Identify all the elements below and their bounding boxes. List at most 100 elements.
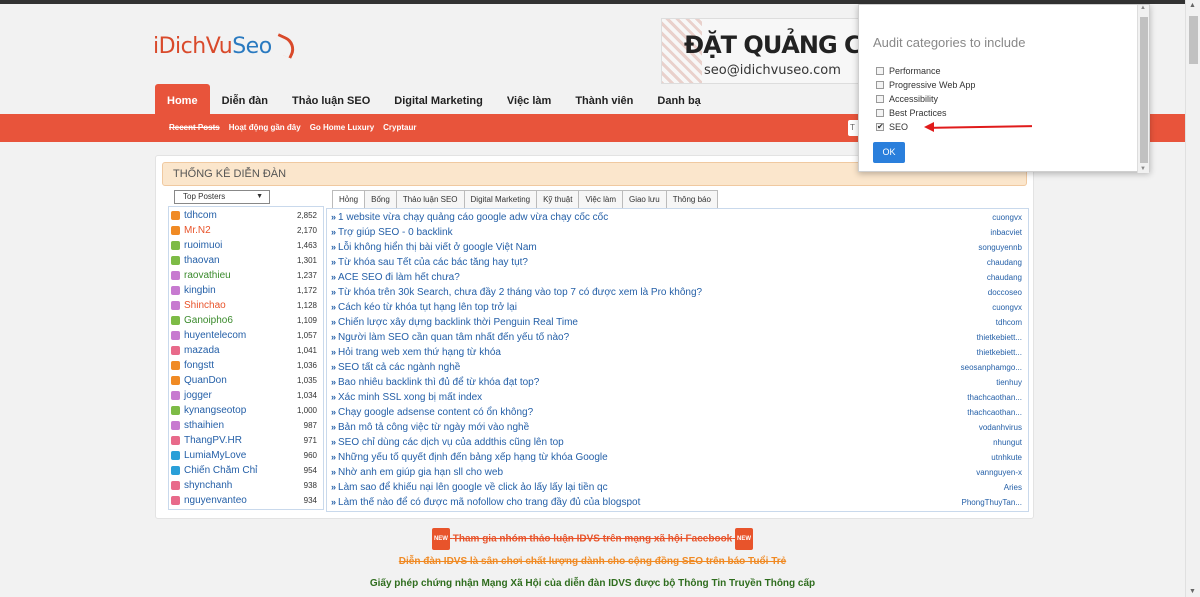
- subnav-recent-activity[interactable]: Hoạt động gần đây: [229, 114, 301, 142]
- thread-link[interactable]: » SEO tất cả các ngành nghề: [327, 362, 460, 373]
- poster-name[interactable]: fongstt: [184, 360, 214, 371]
- thread-author[interactable]: vodanhvirus: [979, 423, 1022, 432]
- thread-link[interactable]: » Những yếu tố quyết định đến bảng xếp hạ…: [327, 452, 608, 463]
- poster-name[interactable]: LumiaMyLove: [184, 450, 246, 461]
- forum-tab[interactable]: Việc làm: [578, 190, 623, 208]
- ok-button[interactable]: OK: [873, 142, 905, 163]
- nav-home[interactable]: Home: [155, 84, 210, 118]
- thread-author[interactable]: tienhuy: [996, 378, 1022, 387]
- thread-link[interactable]: » Bản mô tả công việc từ ngày mới vào ngh…: [327, 422, 529, 433]
- thread-author[interactable]: thachcaothan...: [967, 393, 1022, 402]
- page-scrollbar[interactable]: ▲ ▼: [1185, 0, 1200, 597]
- poster-name[interactable]: tdhcom: [184, 210, 217, 221]
- thread-author[interactable]: cuongvx: [992, 213, 1022, 222]
- poster-name[interactable]: huyentelecom: [184, 330, 246, 341]
- poster-name[interactable]: Mr.N2: [184, 225, 211, 236]
- subnav-recent-posts[interactable]: Recent Posts: [169, 114, 220, 142]
- thread-link[interactable]: » Trợ giúp SEO - 0 backlink: [327, 227, 453, 238]
- poster-name[interactable]: jogger: [184, 390, 212, 401]
- thread-link[interactable]: » Chiến lược xây dựng backlink thời Pengu…: [327, 317, 578, 328]
- popup-scrollbar[interactable]: ▲ ▼: [1137, 5, 1149, 173]
- poster-name[interactable]: thaovan: [184, 255, 220, 266]
- thread-author[interactable]: nhungut: [993, 438, 1022, 447]
- page-scroll-up-icon[interactable]: ▲: [1189, 2, 1196, 9]
- tuoitre-link[interactable]: Diễn đàn IDVS là sân chơi chất lượng dàn…: [0, 551, 1185, 573]
- audit-option[interactable]: Performance: [876, 64, 975, 78]
- thread-author[interactable]: seosanphamgo...: [961, 363, 1022, 372]
- nav-seo-discussion[interactable]: Thảo luận SEO: [280, 84, 382, 118]
- license-link[interactable]: Giấy phép chứng nhận Mạng Xã Hội của diễ…: [0, 573, 1185, 595]
- checkbox[interactable]: [876, 67, 884, 75]
- thread-link[interactable]: » Làm sao để khiếu nại lên google về clic…: [327, 482, 608, 493]
- nav-members[interactable]: Thành viên: [563, 84, 645, 118]
- thread-link[interactable]: » Chạy google adsense content có ổn không…: [327, 407, 533, 418]
- audit-option[interactable]: Accessibility: [876, 92, 975, 106]
- forum-tab[interactable]: Kỹ thuật: [536, 190, 580, 208]
- poster-name[interactable]: ruoimuoi: [184, 240, 222, 251]
- thread-link[interactable]: » Bao nhiêu backlink thì đủ để từ khóa đạ…: [327, 377, 539, 388]
- thread-author[interactable]: vannguyen-x: [976, 468, 1022, 477]
- thread-link[interactable]: » Từ khóa trên 30k Search, chưa đầy 2 thá…: [327, 287, 702, 298]
- forum-tab[interactable]: Thảo luận SEO: [395, 190, 465, 208]
- thread-link[interactable]: » SEO chỉ dùng các dịch vụ của addthis cũ…: [327, 437, 564, 448]
- thread-author[interactable]: thietkebiett...: [977, 348, 1022, 357]
- forum-tab[interactable]: Giao lưu: [621, 190, 667, 208]
- thread-author[interactable]: doccoseo: [988, 288, 1022, 297]
- thread-link[interactable]: » Nhờ anh em giúp gia hạn sll cho web: [327, 467, 503, 478]
- forum-tab[interactable]: Hỏng: [332, 190, 366, 208]
- ad-banner[interactable]: ĐẶT QUẢNG CÁO seo@idichvuseo.com: [661, 18, 861, 84]
- poster-name[interactable]: Chiến Chăm Chỉ: [184, 465, 257, 476]
- forum-tab[interactable]: Thông báo: [665, 190, 718, 208]
- thread-author[interactable]: thachcaothan...: [967, 408, 1022, 417]
- thread-author[interactable]: utnhkute: [991, 453, 1022, 462]
- checkbox[interactable]: [876, 109, 884, 117]
- nav-directory[interactable]: Danh bạ: [645, 84, 712, 118]
- poster-name[interactable]: nguyenvanteo: [184, 495, 247, 506]
- nav-forum[interactable]: Diễn đàn: [210, 84, 280, 118]
- thread-author[interactable]: Aries: [1004, 483, 1022, 492]
- poster-name[interactable]: raovathieu: [184, 270, 231, 281]
- poster-name[interactable]: Shinchao: [184, 300, 226, 311]
- audit-option[interactable]: Best Practices: [876, 106, 975, 120]
- checkbox[interactable]: [876, 95, 884, 103]
- thread-author[interactable]: cuongvx: [992, 303, 1022, 312]
- thread-link[interactable]: » Xác minh SSL xong bị mất index: [327, 392, 482, 403]
- nav-jobs[interactable]: Việc làm: [495, 84, 563, 118]
- scroll-down-icon[interactable]: ▼: [1140, 166, 1146, 172]
- checkbox[interactable]: ✔: [876, 123, 884, 131]
- thread-author[interactable]: chaudang: [987, 273, 1022, 282]
- thread-link[interactable]: » Người làm SEO cần quan tâm nhất đến yếu…: [327, 332, 569, 343]
- poster-name[interactable]: kynangseotop: [184, 405, 246, 416]
- thread-author[interactable]: inbacviet: [990, 228, 1022, 237]
- thread-author[interactable]: tdhcom: [996, 318, 1022, 327]
- audit-option[interactable]: Progressive Web App: [876, 78, 975, 92]
- site-logo[interactable]: iDichVuSeo: [153, 33, 299, 59]
- poster-name[interactable]: QuanDon: [184, 375, 227, 386]
- thread-author[interactable]: thietkebiett...: [977, 333, 1022, 342]
- thread-link[interactable]: » Hỏi trang web xem thứ hạng từ khóa: [327, 347, 501, 358]
- thread-link[interactable]: » Từ khóa sau Tết của các bác tăng hay tụ…: [327, 257, 528, 268]
- thread-link[interactable]: » Lỗi không hiển thị bài viết ở google Vi…: [327, 242, 537, 253]
- poster-name[interactable]: kingbin: [184, 285, 216, 296]
- checkbox[interactable]: [876, 81, 884, 89]
- page-scroll-down-icon[interactable]: ▼: [1189, 588, 1196, 595]
- forum-tab[interactable]: Bống: [364, 190, 397, 208]
- thread-author[interactable]: chaudang: [987, 258, 1022, 267]
- thread-author[interactable]: PhongThuyTan...: [962, 498, 1022, 507]
- poster-name[interactable]: sthaihien: [184, 420, 224, 431]
- nav-digital-marketing[interactable]: Digital Marketing: [382, 84, 495, 118]
- facebook-group-link[interactable]: NEW Tham gia nhóm thảo luận IDVS trên mạ…: [0, 528, 1185, 551]
- subnav-go-home-luxury[interactable]: Go Home Luxury: [310, 114, 374, 142]
- subnav-cryptaur[interactable]: Cryptaur: [383, 114, 416, 142]
- scroll-up-icon[interactable]: ▲: [1140, 5, 1146, 11]
- popup-scroll-thumb[interactable]: [1140, 17, 1148, 163]
- thread-link[interactable]: » ACE SEO đi làm hết chưa?: [327, 272, 460, 283]
- thread-link[interactable]: » Làm thế nào để có được mã nofollow cho …: [327, 497, 640, 508]
- thread-link[interactable]: » Cách kéo từ khóa tụt hạng lên top trở l…: [327, 302, 517, 313]
- thread-author[interactable]: songuyennb: [978, 243, 1022, 252]
- page-scroll-thumb[interactable]: [1189, 16, 1198, 64]
- thread-link[interactable]: » 1 website vừa chạy quảng cáo google adw…: [327, 212, 608, 223]
- poster-name[interactable]: mazada: [184, 345, 220, 356]
- poster-name[interactable]: Ganoipho6: [184, 315, 233, 326]
- forum-tab[interactable]: Digital Marketing: [463, 190, 538, 208]
